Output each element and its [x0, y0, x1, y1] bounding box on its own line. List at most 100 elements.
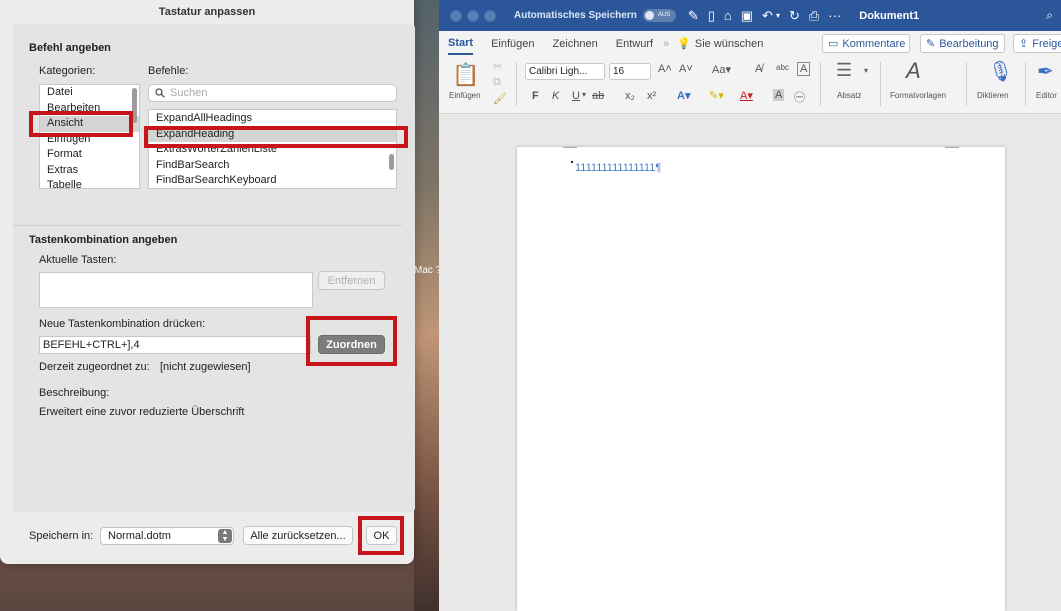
search-placeholder: Suchen — [170, 87, 208, 99]
enclose-characters-icon[interactable]: ㊀ — [794, 89, 805, 105]
comments-button[interactable]: ▭ Kommentare — [822, 34, 910, 53]
character-border-icon[interactable]: A — [797, 62, 811, 76]
underline-button[interactable]: U — [572, 90, 580, 102]
category-item-selected[interactable]: Ansicht — [40, 116, 139, 132]
clear-formatting-icon[interactable]: A̸ — [755, 63, 762, 75]
commands-label: Befehle: — [148, 65, 189, 77]
phonetic-guide-icon[interactable]: abc — [776, 63, 789, 72]
share-button[interactable]: ⇪ Freige — [1013, 34, 1061, 53]
current-keys-list[interactable] — [39, 272, 313, 308]
save-edit-icon[interactable]: ✎ — [688, 8, 699, 24]
categories-scrollbar[interactable] — [132, 88, 137, 123]
categories-list[interactable]: Datei Bearbeiten Ansicht Einfügen Format… — [39, 84, 140, 189]
margin-mark — [945, 147, 959, 148]
bold-button[interactable]: F — [532, 90, 539, 102]
currently-assigned-label: Derzeit zugeordnet zu: — [39, 361, 150, 373]
ribbon-divider — [516, 62, 517, 106]
commands-list[interactable]: ExpandAllHeadings ExpandHeading ExtrasWö… — [148, 109, 397, 189]
cut-icon[interactable]: ✂ — [493, 60, 502, 73]
ribbon-divider — [1025, 62, 1026, 106]
minimize-window-icon[interactable] — [467, 9, 479, 22]
paste-icon[interactable]: 📋 — [452, 62, 479, 88]
assign-button[interactable]: Zuordnen — [318, 335, 385, 354]
ribbon-tabs: Start Einfügen Zeichnen Entwurf » 💡 Sie … — [439, 31, 1061, 56]
font-size-select[interactable]: 16 — [609, 63, 651, 80]
save-icon[interactable]: ▣ — [741, 8, 753, 24]
category-item[interactable]: Einfügen — [40, 132, 139, 148]
format-painter-icon[interactable]: 🖌 — [493, 92, 507, 105]
underline-dropdown-icon[interactable]: ▾ — [582, 90, 586, 99]
desktop-background — [414, 0, 439, 611]
reset-all-button[interactable]: Alle zurücksetzen... — [243, 526, 353, 545]
command-item[interactable]: FindBarSearchKeyboard — [149, 173, 396, 188]
font-name-select[interactable]: Calibri Ligh... — [525, 63, 605, 80]
redo-icon[interactable]: ↻ — [789, 8, 800, 24]
autosave-toggle[interactable]: AUS — [642, 9, 676, 22]
document-text[interactable]: 111111111111111¶ — [575, 162, 661, 174]
print-icon[interactable]: ⎙ — [809, 8, 819, 24]
category-item[interactable]: Format — [40, 147, 139, 163]
search-icon[interactable]: ⌕ — [1046, 8, 1053, 23]
more-icon[interactable]: ··· — [828, 8, 841, 23]
character-shading-icon[interactable]: A — [773, 89, 785, 101]
ok-button[interactable]: OK — [366, 526, 397, 545]
search-icon — [155, 88, 165, 98]
styles-icon[interactable]: A — [906, 58, 921, 84]
home-icon[interactable]: ⌂ — [724, 8, 732, 23]
category-item[interactable]: Datei — [40, 85, 139, 101]
new-document-icon[interactable]: ▯ — [708, 8, 715, 24]
ribbon-divider — [880, 62, 881, 106]
tab-insert[interactable]: Einfügen — [491, 34, 534, 54]
italic-button[interactable]: K — [552, 90, 559, 102]
paragraph-dropdown-icon[interactable]: ▾ — [864, 66, 868, 75]
superscript-icon[interactable]: x² — [647, 90, 656, 102]
tab-start[interactable]: Start — [448, 33, 474, 55]
editing-button[interactable]: ✎ Bearbeitung — [920, 34, 1005, 53]
paragraph-icon[interactable]: ☰ — [836, 60, 852, 81]
close-window-icon[interactable] — [450, 9, 462, 22]
font-color-icon[interactable]: A▾ — [740, 89, 753, 102]
commands-search-input[interactable]: Suchen — [148, 84, 397, 102]
paragraph-label: Absatz — [837, 91, 862, 100]
document-page[interactable]: 111111111111111¶ — [517, 147, 1005, 611]
new-shortcut-input[interactable]: BEFEHL+CTRL+],4 — [39, 336, 311, 354]
lightbulb-icon: 💡 — [677, 38, 691, 50]
text-effects-icon[interactable]: A▾ — [677, 89, 690, 102]
tell-me-search[interactable]: Sie wünschen — [695, 38, 764, 50]
category-item[interactable]: Tabelle — [40, 178, 139, 188]
styles-label: Formatvorlagen — [890, 91, 947, 100]
command-item[interactable]: ExtrasWörterZählenListe — [149, 142, 396, 158]
ribbon-toolbar: 📋 ✂ ⧉ 🖌 Einfügen Calibri Ligh... 16 A˄ A… — [439, 56, 1061, 114]
remove-button[interactable]: Entfernen — [318, 271, 385, 290]
undo-dropdown-icon[interactable]: ▾ — [776, 11, 780, 20]
subscript-icon[interactable]: x₂ — [625, 90, 635, 102]
description-label: Beschreibung: — [39, 387, 110, 399]
save-in-select[interactable]: Normal.dotm ▲ ▼ — [100, 527, 234, 545]
select-arrows-icon: ▲ ▼ — [218, 529, 232, 543]
shrink-font-icon[interactable]: A˅ — [679, 63, 693, 75]
font-size-value: 16 — [613, 66, 625, 77]
tab-draw[interactable]: Zeichnen — [553, 34, 598, 54]
share-label: Freige — [1032, 37, 1061, 50]
editor-icon[interactable]: ✒ — [1037, 59, 1054, 84]
copy-icon[interactable]: ⧉ — [493, 76, 501, 89]
category-item[interactable]: Bearbeiten — [40, 101, 139, 117]
microphone-icon[interactable]: 🎙 — [988, 59, 1013, 84]
margin-mark — [563, 147, 577, 148]
commands-scrollbar[interactable] — [389, 154, 394, 170]
category-item[interactable]: Extras — [40, 163, 139, 179]
command-item[interactable]: FindBarSearch — [149, 158, 396, 174]
command-item-selected[interactable]: ExpandHeading — [149, 126, 396, 142]
editor-label: Editor — [1036, 91, 1057, 100]
undo-icon[interactable]: ↶ — [762, 8, 773, 24]
change-case-icon[interactable]: Aa▾ — [712, 63, 731, 76]
comments-label: Kommentare — [842, 37, 906, 50]
zoom-window-icon[interactable] — [484, 9, 496, 22]
grow-font-icon[interactable]: A˄ — [658, 63, 672, 75]
tab-design[interactable]: Entwurf — [616, 34, 653, 54]
command-item[interactable]: ExpandAllHeadings — [149, 111, 396, 127]
strikethrough-icon[interactable]: ab — [592, 90, 604, 102]
highlight-color-icon[interactable]: ✎▾ — [709, 89, 724, 102]
document-title: Dokument1 — [859, 9, 920, 22]
more-tabs-icon[interactable]: » — [663, 38, 669, 50]
